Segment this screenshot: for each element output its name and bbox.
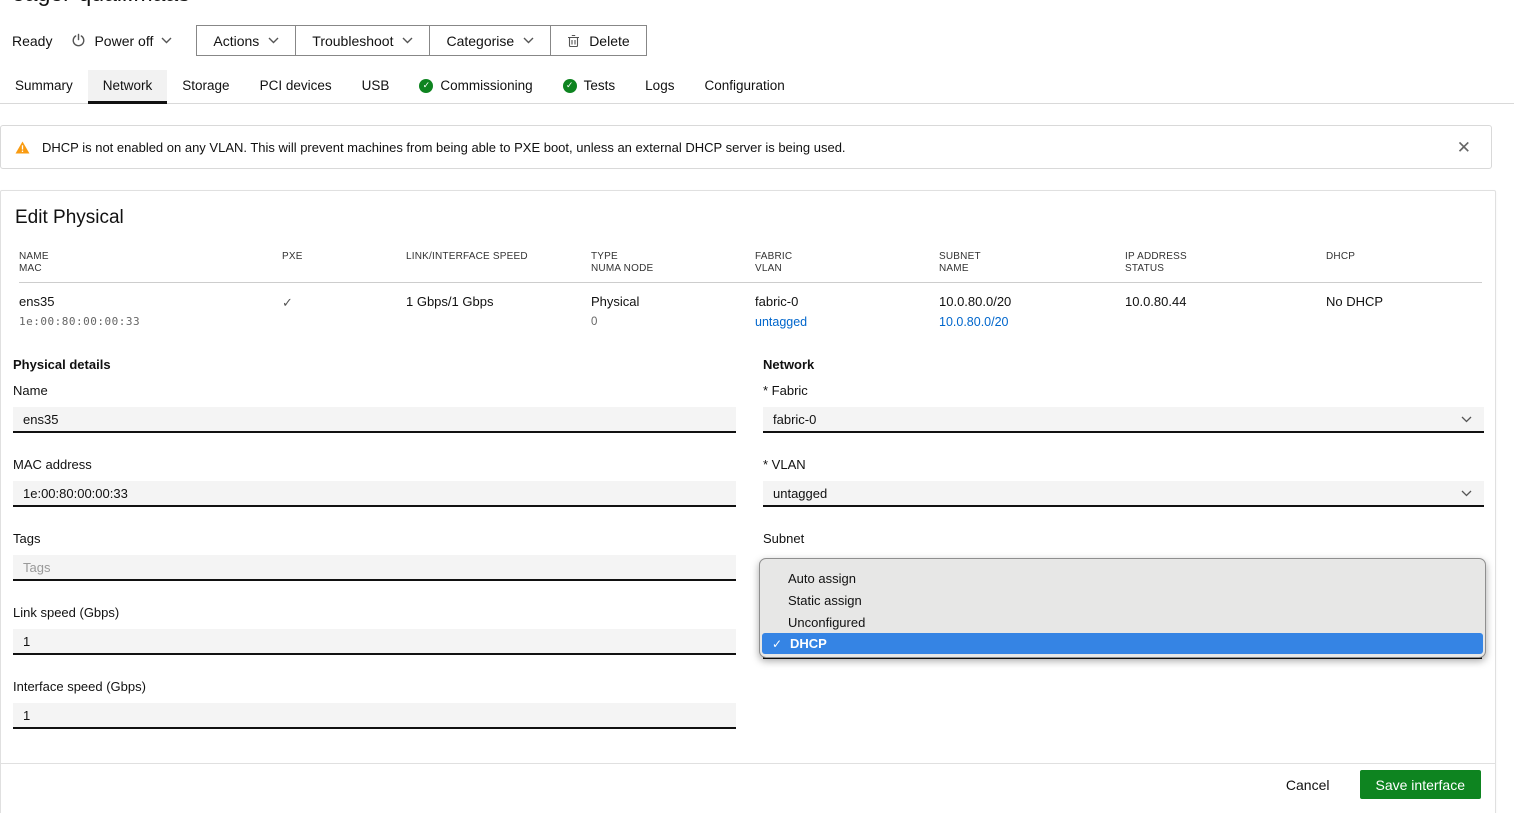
tab-usb[interactable]: USB (347, 70, 405, 104)
delete-label: Delete (589, 33, 629, 49)
vlan-label: * VLAN (763, 457, 1484, 472)
categorise-label: Categorise (446, 33, 514, 49)
success-check-icon: ✓ (419, 79, 433, 93)
link-speed-label: Link speed (Gbps) (13, 605, 736, 620)
interface-mac: 1e:00:80:00:00:33 (19, 315, 282, 329)
network-column: Network * Fabric fabric-0 * VLAN untagge… (763, 357, 1484, 753)
save-interface-button[interactable]: Save interface (1360, 770, 1482, 799)
chevron-down-icon (402, 37, 413, 44)
numa-node: 0 (591, 315, 755, 329)
tab-bar: Summary Network Storage PCI devices USB … (0, 70, 1514, 104)
power-off-label: Power off (94, 33, 153, 49)
vlan-link[interactable]: untagged (755, 315, 807, 329)
subnet-option-auto-assign[interactable]: Auto assign (760, 567, 1485, 589)
network-heading: Network (763, 357, 1484, 372)
form-footer: Cancel Save interface (1, 763, 1495, 799)
tab-pci-devices[interactable]: PCI devices (245, 70, 347, 104)
name-field[interactable] (13, 407, 736, 433)
interface-name: ens35 (19, 294, 282, 310)
interfaces-table: NAMEMAC PXE LINK/INTERFACE SPEED TYPENUM… (19, 251, 1482, 331)
ip-address: 10.0.80.44 (1125, 294, 1326, 331)
dhcp-status: No DHCP (1326, 294, 1482, 331)
chevron-down-icon (161, 37, 172, 44)
warning-icon (15, 141, 30, 154)
fabric-value: fabric-0 (755, 294, 939, 310)
warning-message: DHCP is not enabled on any VLAN. This wi… (42, 140, 1453, 155)
subnet-value: 10.0.80.0/20 (939, 294, 1125, 310)
physical-details-heading: Physical details (13, 357, 736, 372)
pxe-check-icon: ✓ (282, 295, 293, 310)
tags-field[interactable] (13, 555, 736, 581)
tab-tests[interactable]: ✓ Tests (548, 70, 631, 104)
subnet-name-link[interactable]: 10.0.80.0/20 (939, 315, 1009, 329)
troubleshoot-label: Troubleshoot (312, 33, 393, 49)
actions-label: Actions (213, 33, 259, 49)
tags-label: Tags (13, 531, 736, 546)
subnet-option-static-assign[interactable]: Static assign (760, 589, 1485, 611)
troubleshoot-button[interactable]: Troubleshoot (296, 26, 430, 55)
interface-speed-field[interactable] (13, 703, 736, 729)
machine-status: Ready (12, 33, 52, 49)
tab-configuration[interactable]: Configuration (689, 70, 799, 104)
success-check-icon: ✓ (563, 79, 577, 93)
vlan-select[interactable]: untagged (763, 481, 1484, 507)
table-header-row: NAMEMAC PXE LINK/INTERFACE SPEED TYPENUM… (19, 251, 1482, 283)
fabric-label: * Fabric (763, 383, 1484, 398)
tab-commissioning[interactable]: ✓ Commissioning (404, 70, 547, 104)
subnet-option-unconfigured[interactable]: Unconfigured (760, 611, 1485, 633)
trash-icon (567, 34, 580, 48)
chevron-down-icon (1461, 416, 1472, 423)
tab-storage[interactable]: Storage (167, 70, 244, 104)
close-icon: ✕ (1457, 138, 1471, 157)
power-off-button[interactable]: Power off (71, 33, 172, 49)
table-row: ens35 1e:00:80:00:00:33 ✓ 1 Gbps/1 Gbps … (19, 283, 1482, 331)
check-icon (772, 637, 790, 651)
cancel-button[interactable]: Cancel (1286, 777, 1330, 793)
chevron-down-icon (268, 37, 279, 44)
action-button-group: Actions Troubleshoot Categorise (196, 25, 646, 56)
tab-network[interactable]: Network (88, 70, 168, 104)
edit-physical-card: Edit Physical NAMEMAC PXE LINK/INTERFACE… (0, 190, 1496, 813)
mac-address-field[interactable] (13, 481, 736, 507)
machine-details-page: eager-quail.maas Ready Power off Actions (0, 0, 1514, 813)
subnet-option-dhcp[interactable]: DHCP (762, 633, 1483, 654)
page-title: eager-quail.maas (12, 0, 1514, 8)
name-label: Name (13, 383, 736, 398)
delete-button[interactable]: Delete (551, 26, 645, 55)
interface-type: Physical (591, 294, 755, 310)
tab-summary[interactable]: Summary (0, 70, 88, 104)
link-interface-speed: 1 Gbps/1 Gbps (406, 294, 591, 331)
tab-logs[interactable]: Logs (630, 70, 689, 104)
categorise-button[interactable]: Categorise (430, 26, 551, 55)
chevron-down-icon (523, 37, 534, 44)
fabric-select[interactable]: fabric-0 (763, 407, 1484, 433)
subnet-field: Subnet Auto assign Static assign (763, 531, 1484, 661)
section-title: Edit Physical (15, 207, 1495, 229)
interface-speed-label: Interface speed (Gbps) (13, 679, 736, 694)
subnet-options-dropdown: Auto assign Static assign Unconfigured (759, 558, 1486, 658)
subnet-label: Subnet (763, 531, 1484, 546)
actions-button[interactable]: Actions (197, 26, 296, 55)
physical-details-column: Physical details Name MAC address Tags L… (13, 357, 736, 753)
link-speed-field[interactable] (13, 629, 736, 655)
chevron-down-icon (1461, 490, 1472, 497)
warning-banner: DHCP is not enabled on any VLAN. This wi… (0, 125, 1492, 169)
mac-address-label: MAC address (13, 457, 736, 472)
machine-action-bar: Ready Power off Actions Troubleshoot (12, 25, 1514, 56)
banner-close-button[interactable]: ✕ (1453, 137, 1475, 158)
edit-physical-form: Physical details Name MAC address Tags L… (13, 357, 1495, 753)
power-icon (71, 33, 86, 48)
page-title-clip: eager-quail.maas (0, 0, 1514, 9)
